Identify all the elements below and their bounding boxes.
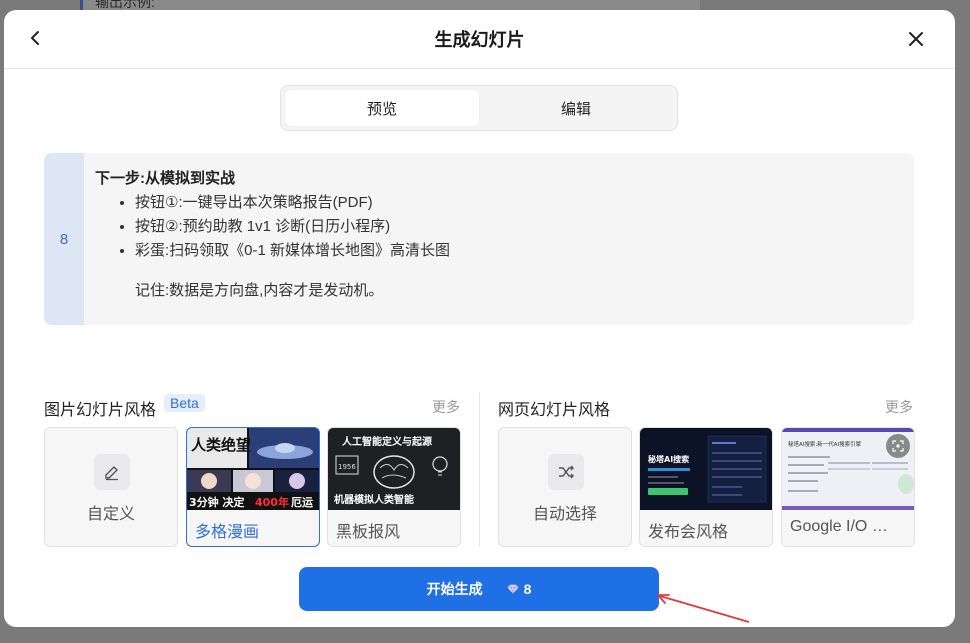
background-content: 输出示例: xyxy=(80,0,700,10)
card-label: 黑板报风 xyxy=(336,524,401,541)
slide-content: 下一步:从模拟到实战 按钮①:一键导出本次策略报告(PDF) 按钮②:预约助教 … xyxy=(84,153,450,325)
style-card-custom[interactable]: 自定义 xyxy=(44,427,178,547)
card-label: Google I/O … xyxy=(790,518,888,535)
google-io-thumb-title: 秘塔AI搜索:新一代AI搜索引擎 xyxy=(788,440,862,448)
style-card-blackboard[interactable]: 人工智能定义与起源 1956 机器模拟人类智能 黑板报风 xyxy=(327,427,461,547)
blackboard-thumbnail: 人工智能定义与起源 1956 机器模拟人类智能 xyxy=(328,428,460,510)
slide-bullet: 按钮②:预约助教 1v1 诊断(日历小程序) xyxy=(135,215,450,239)
web-styles-more-link[interactable]: 更多 xyxy=(885,397,913,417)
tab-edit[interactable]: 编辑 xyxy=(479,90,673,126)
start-generate-label: 开始生成 xyxy=(426,581,483,597)
blackboard-thumb-caption: 机器模拟人类智能 xyxy=(334,493,414,506)
launch-thumb-title: 秘塔AI搜索 xyxy=(648,454,689,464)
blackboard-thumb-year: 1956 xyxy=(338,463,356,471)
credit-cost-value: 8 xyxy=(523,581,532,597)
slide-heading: 下一步:从模拟到实战 xyxy=(95,170,235,187)
section-divider xyxy=(479,392,480,547)
credit-cost: 8 xyxy=(507,581,532,597)
comic-thumb-caption-b: 400年 xyxy=(255,495,289,509)
card-label: 自定义 xyxy=(86,506,135,523)
style-card-google-io[interactable]: 秘塔AI搜索:新一代AI搜索引擎 Google I/O … xyxy=(781,427,915,547)
card-label: 多格漫画 xyxy=(195,524,260,541)
style-card-auto[interactable]: 自动选择 xyxy=(498,427,632,547)
comic-thumb-title: 人类绝望 xyxy=(191,436,251,454)
generate-slides-dialog: 生成幻灯片 预览 编辑 8 下一步:从模拟到实战 按钮①:一键导出本次策略报告(… xyxy=(4,10,955,627)
launch-event-thumbnail: 秘塔AI搜索 xyxy=(640,428,772,510)
card-label: 自动选择 xyxy=(532,506,597,523)
shuffle-icon xyxy=(548,454,584,490)
dialog-title: 生成幻灯片 xyxy=(434,30,525,50)
image-styles-label: 图片幻灯片风格 xyxy=(44,402,157,419)
pencil-icon xyxy=(94,454,130,490)
zoom-preview-icon[interactable] xyxy=(886,434,910,458)
comic-thumbnail: 人类绝望 3分钟 决定 400年 厄运 xyxy=(187,428,319,510)
comic-thumb-caption-c: 厄运 xyxy=(291,495,313,509)
diamond-icon xyxy=(507,584,519,594)
annotation-arrow-icon xyxy=(657,594,750,623)
slide-bullet: 按钮①:一键导出本次策略报告(PDF) xyxy=(135,191,450,215)
slide-bullet-list: 按钮①:一键导出本次策略报告(PDF) 按钮②:预约助教 1v1 诊断(日历小程… xyxy=(135,191,450,263)
slide-bullet: 彩蛋:扫码领取《0-1 新媒体增长地图》高清长图 xyxy=(135,239,450,263)
close-icon[interactable] xyxy=(905,28,927,50)
blackboard-thumb-title: 人工智能定义与起源 xyxy=(342,435,432,448)
slide-number: 8 xyxy=(44,153,84,325)
chevron-left-icon[interactable] xyxy=(24,27,46,49)
style-card-launch-event[interactable]: 秘塔AI搜索 发布会风格 xyxy=(639,427,773,547)
tab-preview[interactable]: 预览 xyxy=(285,90,479,126)
style-card-comic[interactable]: 人类绝望 3分钟 决定 400年 厄运 多格漫画 xyxy=(186,427,320,547)
dialog-header: 生成幻灯片 xyxy=(4,10,955,69)
start-generate-button[interactable]: 开始生成 8 xyxy=(299,567,659,611)
web-styles-label: 网页幻灯片风格 xyxy=(498,402,611,419)
comic-thumb-caption-a: 3分钟 决定 xyxy=(189,495,244,509)
slide-note: 记住:数据是方向盘,内容才是发动机。 xyxy=(135,282,384,299)
view-mode-tabs: 预览 编辑 xyxy=(280,85,678,131)
image-styles-more-link[interactable]: 更多 xyxy=(432,397,460,417)
beta-badge: Beta xyxy=(164,394,205,412)
card-label: 发布会风格 xyxy=(648,524,729,541)
slide-preview-card[interactable]: 8 下一步:从模拟到实战 按钮①:一键导出本次策略报告(PDF) 按钮②:预约助… xyxy=(44,153,914,325)
